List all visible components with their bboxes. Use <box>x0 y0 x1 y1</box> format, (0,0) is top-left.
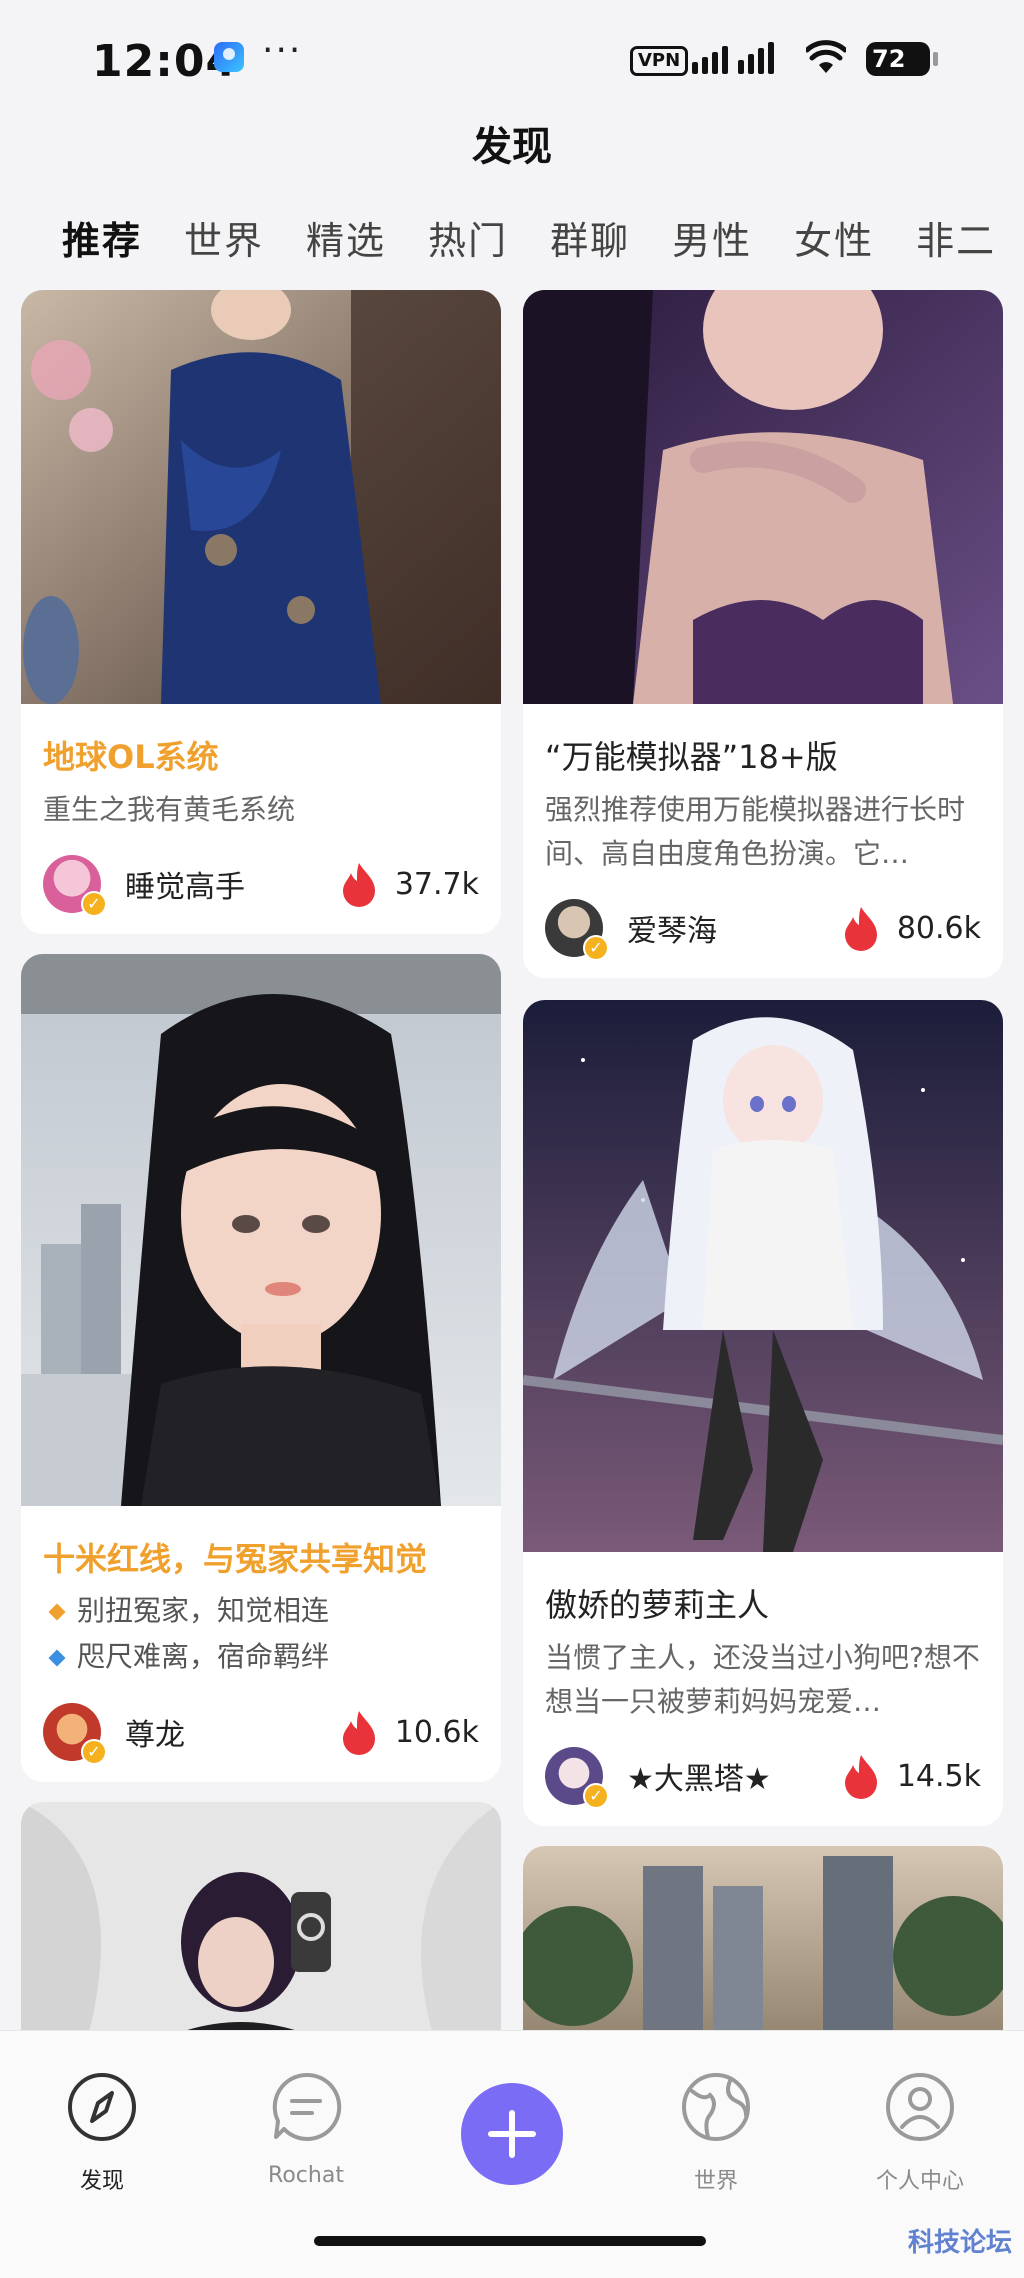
avatar[interactable]: ✓ <box>43 1703 107 1765</box>
wifi-icon <box>806 40 846 73</box>
flame-icon <box>844 1755 877 1799</box>
avatar[interactable]: ✓ <box>545 1747 609 1809</box>
character-card[interactable] <box>21 1802 501 2030</box>
card-description: 重生之我有黄毛系统 <box>43 793 296 826</box>
card-description: 强烈推荐使用万能模拟器进行长时间、高自由度角色扮演。它… <box>545 793 966 870</box>
nav-label: 世界 <box>693 2169 738 2194</box>
verified-badge-icon: ✓ <box>583 1783 609 1809</box>
avatar[interactable]: ✓ <box>43 855 107 917</box>
nav-rochat[interactable]: Rochat <box>236 2071 376 2188</box>
card-title: 十米红线，与冤家共享知觉 <box>43 1540 428 1578</box>
category-tabs: 推荐 世界 精选 热门 群聊 男性 女性 非二 <box>62 210 996 265</box>
popularity-count: 80.6k <box>896 910 981 946</box>
verified-badge-icon: ✓ <box>81 891 107 917</box>
home-indicator[interactable] <box>314 2236 706 2246</box>
card-footer: ✓ 爱琴海 80.6k <box>545 898 981 961</box>
popularity-count: 14.5k <box>896 1758 981 1794</box>
nav-discover[interactable]: 发现 <box>32 2071 172 2195</box>
card-tagline: 别扭冤家，知觉相连 <box>43 1588 479 1634</box>
card-cover-image <box>21 954 501 1506</box>
card-cover-image <box>21 1802 501 2030</box>
tab-featured[interactable]: 精选 <box>306 210 386 265</box>
vpn-icon: VPN <box>630 46 689 76</box>
nav-label: Rochat <box>268 2163 344 2188</box>
popularity-count: 10.6k <box>394 1714 479 1750</box>
card-footer: ✓ 睡觉高手 37.7k <box>43 854 479 917</box>
character-card[interactable]: 十米红线，与冤家共享知觉 别扭冤家，知觉相连 咫尺难离，宿命羁绊 ✓ 尊龙 10… <box>21 954 501 1782</box>
card-title: 傲娇的萝莉主人 <box>545 1586 770 1624</box>
flame-icon <box>342 1711 375 1755</box>
card-cover-image <box>21 290 501 704</box>
flame-icon <box>342 863 375 907</box>
watermark-logo: 科技论坛 <box>907 2228 1012 2258</box>
card-tagline: 咫尺难离，宿命羁绊 <box>43 1634 479 1680</box>
chat-icon <box>272 2072 342 2141</box>
author-name[interactable]: 睡觉高手 <box>125 862 339 906</box>
flame-icon <box>844 907 877 951</box>
author-name[interactable]: 尊龙 <box>125 1710 339 1754</box>
verified-badge-icon: ✓ <box>583 935 609 961</box>
tab-recommend[interactable]: 推荐 <box>62 210 142 265</box>
page-title: 发现 <box>472 124 552 170</box>
profile-icon <box>886 2073 954 2141</box>
tab-male[interactable]: 男性 <box>672 210 752 265</box>
card-description: 当惯了主人，还没当过小狗吧?想不想当一只被萝莉妈妈宠爱… <box>545 1641 980 1718</box>
status-bar: 12:04 ··· VPN 72 <box>0 0 1024 120</box>
diamond-icon <box>48 1649 66 1667</box>
card-cover-image <box>523 1000 1003 1552</box>
avatar[interactable]: ✓ <box>545 899 609 961</box>
create-button[interactable] <box>461 2083 563 2185</box>
card-cover-image <box>523 290 1003 704</box>
battery-icon: 72 <box>866 42 938 76</box>
character-card[interactable]: 地球OL系统 重生之我有黄毛系统 ✓ 睡觉高手 37.7k <box>21 290 501 934</box>
card-title: “万能模拟器”18+版 <box>545 738 838 776</box>
tab-popular[interactable]: 热门 <box>428 210 508 265</box>
app-root: 12:04 ··· VPN 72 发现 推荐 世界 精选 热门 群聊 男性 女性… <box>0 0 1024 2278</box>
verified-badge-icon: ✓ <box>81 1739 107 1765</box>
popularity-count: 37.7k <box>394 866 479 902</box>
tab-group-chat[interactable]: 群聊 <box>550 210 630 265</box>
character-card[interactable] <box>523 1846 1003 2030</box>
author-name[interactable]: ★大黑塔★ <box>627 1754 841 1798</box>
card-cover-image <box>523 1846 1003 2030</box>
nav-profile[interactable]: 个人中心 <box>850 2071 990 2195</box>
card-footer: ✓ 尊龙 10.6k <box>43 1702 479 1765</box>
nav-label: 个人中心 <box>875 2169 964 2194</box>
tab-female[interactable]: 女性 <box>794 210 874 265</box>
nav-world[interactable]: 世界 <box>646 2071 786 2195</box>
signal-icon <box>692 42 774 74</box>
app-notification-icon <box>214 42 244 72</box>
compass-icon <box>68 2073 136 2141</box>
author-name[interactable]: 爱琴海 <box>627 906 841 950</box>
tab-non-binary[interactable]: 非二 <box>916 210 996 265</box>
discover-feed[interactable]: 地球OL系统 重生之我有黄毛系统 ✓ 睡觉高手 37.7k “万能模拟器”18+… <box>0 290 1024 2030</box>
character-card[interactable]: 傲娇的萝莉主人 当惯了主人，还没当过小狗吧?想不想当一只被萝莉妈妈宠爱… ✓ ★… <box>523 1000 1003 1826</box>
card-footer: ✓ ★大黑塔★ 14.5k <box>545 1746 981 1809</box>
globe-icon <box>682 2073 750 2141</box>
diamond-icon <box>48 1603 66 1621</box>
tab-world[interactable]: 世界 <box>184 210 264 265</box>
nav-label: 发现 <box>79 2169 124 2194</box>
more-icon: ··· <box>262 30 303 71</box>
card-title: 地球OL系统 <box>43 738 219 776</box>
character-card[interactable]: “万能模拟器”18+版 强烈推荐使用万能模拟器进行长时间、高自由度角色扮演。它…… <box>523 290 1003 978</box>
